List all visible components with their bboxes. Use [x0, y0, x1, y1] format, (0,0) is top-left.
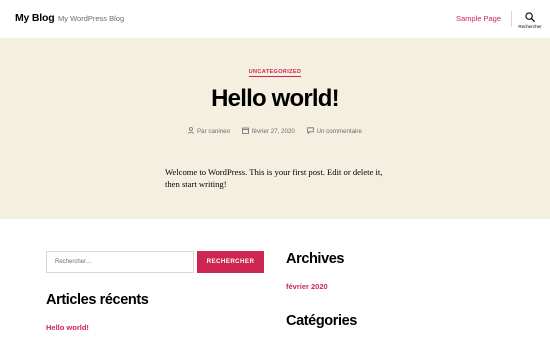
category-link[interactable]: UNCATEGORIZED [248, 69, 302, 77]
post-content: Welcome to WordPress. This is your first… [165, 167, 383, 189]
nav-item-sample-page[interactable]: Sample Page [456, 14, 501, 23]
site-title[interactable]: My Blog [15, 12, 55, 24]
search-toggle-label: Rechercher [518, 24, 542, 29]
person-icon [188, 127, 194, 134]
search-icon [525, 12, 535, 22]
header-divider [511, 11, 512, 27]
recent-post-link[interactable]: Hello world! [46, 323, 89, 332]
post-author[interactable]: Par canineo [188, 127, 230, 135]
archive-link[interactable]: février 2020 [286, 282, 328, 291]
comment-bubble-icon [306, 127, 314, 135]
search-toggle-button[interactable]: Rechercher [514, 12, 546, 34]
post-author-label: Par canineo [197, 128, 231, 135]
post-hero: UNCATEGORIZED Hello world! Par canineo f… [0, 38, 550, 219]
recent-posts-heading: Articles récents [46, 292, 149, 308]
calendar-icon [241, 127, 249, 134]
post-date[interactable]: février 27, 2020 [241, 127, 295, 135]
categories-heading: Catégories [286, 313, 357, 329]
site-description: My WordPress Blog [58, 14, 125, 23]
post-comments[interactable]: Un commentaire [306, 127, 362, 135]
site-header: My Blog My WordPress Blog Sample Page Re… [0, 0, 550, 38]
post-meta: Par canineo février 27, 2020 Un commenta… [0, 127, 550, 135]
post-title[interactable]: Hello world! [0, 85, 550, 113]
search-input[interactable]: Rechercher… [46, 251, 194, 273]
post-date-label: février 27, 2020 [251, 128, 295, 135]
post-comments-label: Un commentaire [316, 128, 362, 135]
search-submit-button[interactable]: RECHERCHER [197, 251, 264, 273]
footer-widgets: Rechercher… RECHERCHER Articles récents … [0, 219, 550, 344]
archives-heading: Archives [286, 251, 345, 267]
